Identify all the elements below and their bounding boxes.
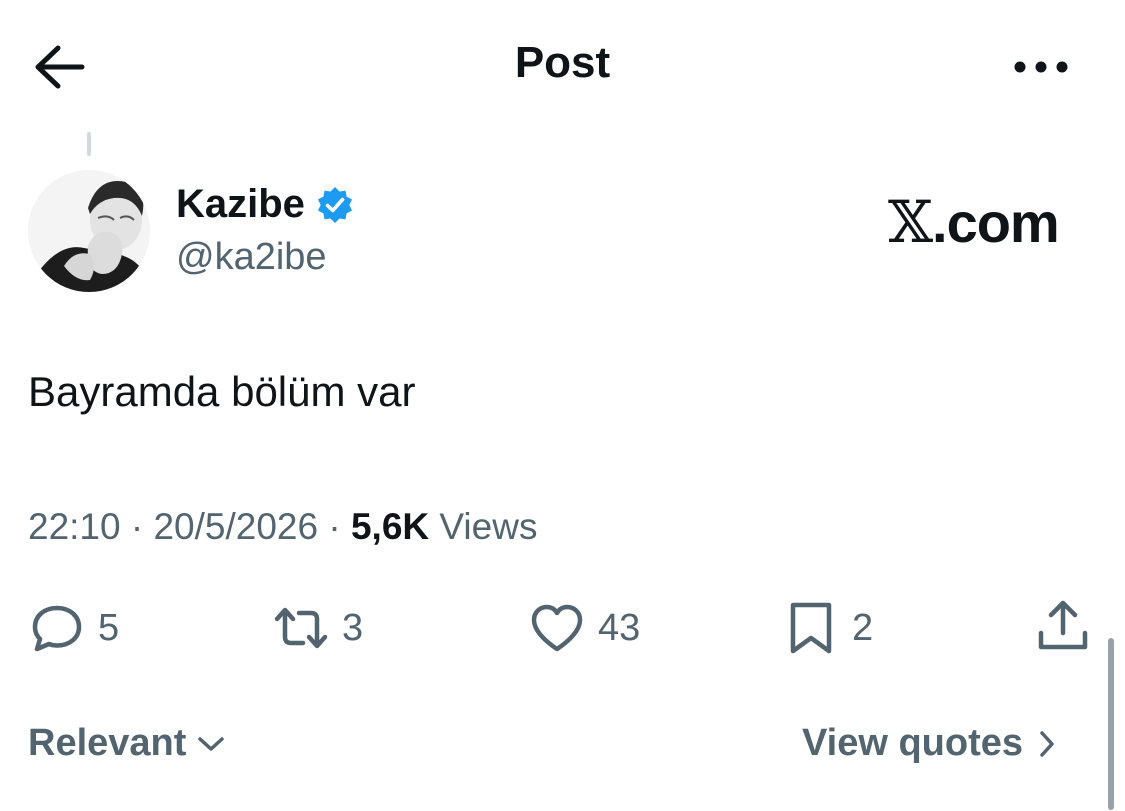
more-options-button[interactable]: [1005, 50, 1075, 84]
repost-icon: [274, 607, 328, 649]
like-button[interactable]: 43: [528, 598, 640, 658]
reply-icon: [32, 605, 82, 652]
chevron-down-icon: [198, 736, 225, 751]
bookmark-count: 2: [852, 606, 874, 649]
x-logo-mark: 𝕏: [888, 188, 933, 256]
meta-separator: ·: [328, 506, 341, 547]
bookmark-icon: [790, 602, 832, 654]
sort-label: Relevant: [28, 722, 187, 764]
sort-replies-dropdown[interactable]: Relevant: [28, 722, 226, 765]
avatar[interactable]: [28, 170, 150, 292]
share-button[interactable]: [1034, 596, 1092, 656]
meta-separator: ·: [130, 506, 144, 547]
bookmark-button[interactable]: 2: [782, 598, 873, 658]
thread-connector-line: [87, 132, 91, 156]
reply-count: 5: [98, 606, 120, 649]
x-com-watermark: 𝕏.com: [888, 188, 1060, 256]
view-quotes-link[interactable]: View quotes: [802, 722, 1057, 765]
chevron-right-icon: [1040, 730, 1054, 757]
post-date[interactable]: 20/5/2026: [153, 506, 318, 547]
avatar-photo: [28, 170, 150, 292]
views-label[interactable]: Views: [439, 506, 537, 547]
post-meta: 22:10 · 20/5/2026 · 5,6K Views: [28, 506, 537, 548]
like-icon: [531, 604, 583, 652]
more-icon: [1014, 61, 1068, 73]
brand-domain: .com: [932, 191, 1060, 254]
scrollbar[interactable]: [1108, 638, 1114, 810]
author-name-row[interactable]: Kazibe: [176, 182, 355, 227]
reply-button[interactable]: 5: [28, 598, 119, 658]
author-handle[interactable]: @ka2ibe: [176, 236, 327, 279]
like-count: 43: [598, 606, 641, 649]
repost-count: 3: [342, 606, 364, 649]
share-icon: [1038, 600, 1088, 650]
post-text: Bayramda bölüm var: [28, 368, 416, 415]
verified-icon: [317, 186, 352, 223]
view-quotes-label: View quotes: [802, 722, 1024, 764]
author-name[interactable]: Kazibe: [176, 182, 305, 227]
post-time[interactable]: 22:10: [28, 506, 121, 547]
page-title: Post: [514, 38, 611, 87]
repost-button[interactable]: 3: [272, 598, 363, 658]
views-count[interactable]: 5,6K: [351, 506, 429, 547]
